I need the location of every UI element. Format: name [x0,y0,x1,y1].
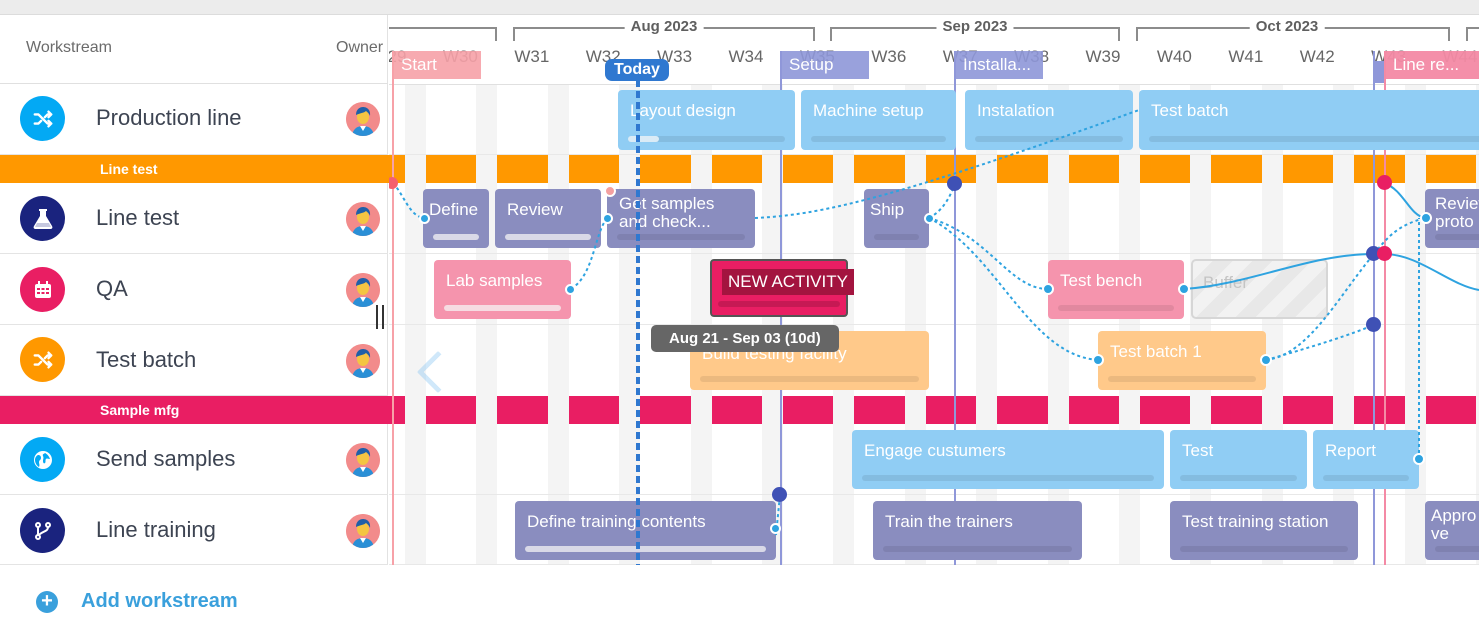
group-label: Sample mfg [100,402,180,418]
calendar-icon [20,267,65,312]
owner-avatar[interactable] [346,273,380,307]
link-handle[interactable] [1178,283,1190,295]
workstream-name[interactable]: QA [96,276,128,302]
workstream-row-send-samples[interactable]: Send samples [0,424,388,495]
link-handle[interactable] [1042,283,1054,295]
link-handle[interactable] [565,284,576,295]
link [1265,324,1375,361]
globe-icon [20,437,65,482]
link [1383,253,1479,291]
owner-avatar[interactable] [346,514,380,548]
milestone-dot[interactable] [947,176,962,191]
workstream-name[interactable]: Production line [96,105,242,131]
dependency-links [392,109,1479,536]
workstream-row-production-line[interactable]: Production line [0,84,388,155]
owner-avatar[interactable] [346,443,380,477]
workstream-name[interactable]: Send samples [96,446,235,472]
workstream-row-line-training[interactable]: Line training [0,495,388,565]
link-handle[interactable] [602,213,613,224]
branch-icon [20,508,65,553]
owner-avatar[interactable] [346,344,380,378]
link-handle[interactable] [770,523,781,534]
link [1183,253,1375,290]
workstream-row-qa[interactable]: QA [0,254,388,325]
milestone-dot[interactable] [1377,175,1392,190]
owner-column-header[interactable]: Owner [336,39,383,57]
today-line [636,80,640,565]
link [570,217,608,290]
column-header: Workstream Owner [0,15,388,84]
gantt-timeline[interactable]: Aug 2023 Sep 2023 Oct 2023 W29W30W31W32W… [389,15,1479,565]
owner-avatar[interactable] [346,102,380,136]
milestone-dot[interactable] [772,487,787,502]
link-handle[interactable] [1420,212,1432,224]
link-handle[interactable] [924,213,935,224]
workstream-row-line-test[interactable]: Line test [0,183,388,254]
workstream-name[interactable]: Test batch [96,347,196,373]
add-workstream-label: Add workstream [81,590,238,612]
plus-icon: + [36,590,58,613]
link-handle[interactable] [604,185,616,197]
link [392,182,424,219]
group-label: Line test [100,161,158,177]
owner-avatar[interactable] [346,202,380,236]
date-range-tooltip: Aug 21 - Sep 03 (10d) [651,325,839,352]
window-top-bar [0,0,1479,15]
workstream-name[interactable]: Line test [96,205,179,231]
link-handle[interactable] [419,213,430,224]
add-workstream-button[interactable]: + Add workstream [36,590,238,613]
link-handle[interactable] [1092,354,1104,366]
link-handle[interactable] [1413,453,1425,465]
today-badge[interactable]: Today [605,59,669,81]
link [928,217,1099,361]
shuffle-icon [20,337,65,382]
shuffle-icon [20,96,65,141]
link [1383,182,1426,219]
workstream-panel: Workstream Owner Production line Line te… [0,15,388,565]
workstream-column-header[interactable]: Workstream [26,39,112,57]
flask-icon [20,196,65,241]
link-handle[interactable] [1260,354,1272,366]
workstream-name[interactable]: Line training [96,517,216,543]
workstream-row-test-batch[interactable]: Test batch [0,325,388,396]
milestone-dot[interactable] [1377,246,1392,261]
milestone-dot[interactable] [1366,317,1381,332]
